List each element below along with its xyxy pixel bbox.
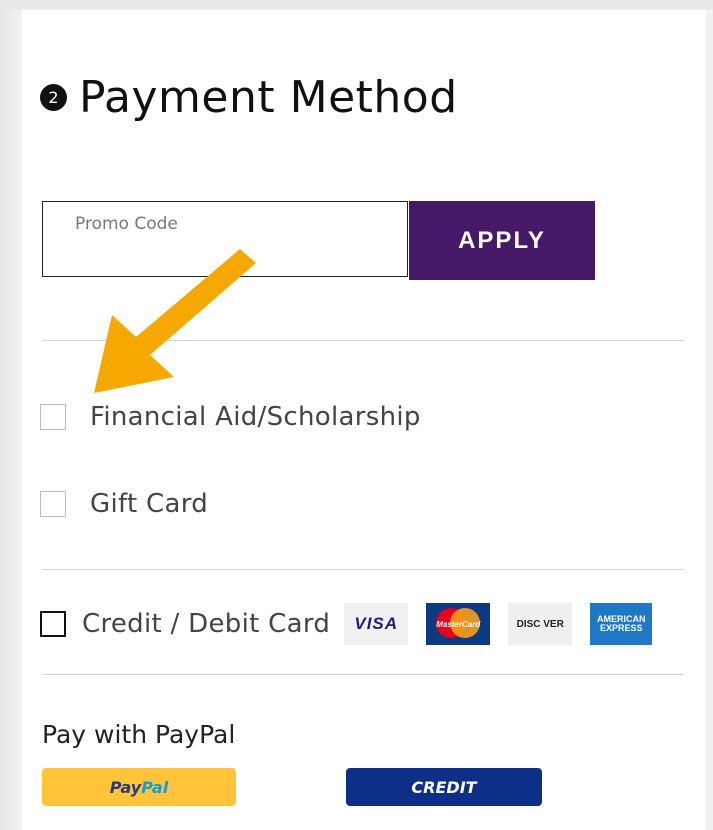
visa-logo: VISA	[344, 603, 409, 645]
credit-card-label: Credit / Debit Card	[82, 609, 331, 639]
section-title: Payment Method	[79, 72, 458, 123]
apply-button[interactable]: APPLY	[409, 201, 595, 280]
credit-card-option[interactable]: Credit / Debit Card VISA MasterCard DISC…	[40, 603, 653, 645]
gift-card-option[interactable]: Gift Card	[40, 489, 208, 519]
paypal-wordmark-a: Pay	[109, 777, 142, 797]
orange-arrow-icon	[94, 249, 256, 393]
background-strip	[0, 0, 713, 10]
divider	[42, 674, 684, 675]
credit-card-checkbox[interactable]	[40, 611, 66, 637]
mastercard-logo-text: MasterCard	[436, 619, 481, 629]
paypal-heading: Pay with PayPal	[42, 720, 236, 749]
section-header: 2 Payment Method	[40, 72, 458, 123]
discover-logo-text: DISC VER	[516, 618, 564, 630]
paypal-credit-button[interactable]: CREDIT	[346, 768, 542, 806]
financial-aid-checkbox[interactable]	[40, 404, 66, 430]
paypal-credit-label: CREDIT	[411, 777, 477, 797]
step-number-badge: 2	[40, 84, 67, 111]
divider	[42, 569, 684, 570]
card-logos: VISA MasterCard DISC VER AMERICAN EXPRES…	[344, 603, 653, 645]
promo-code-placeholder: Promo Code	[75, 214, 178, 234]
mastercard-logo: MasterCard	[426, 603, 491, 645]
financial-aid-label: Financial Aid/Scholarship	[90, 402, 421, 432]
paypal-wordmark-b: Pal	[141, 777, 169, 797]
gift-card-checkbox[interactable]	[40, 491, 66, 517]
discover-logo: DISC VER	[508, 603, 573, 645]
paypal-button[interactable]: Pay Pal	[42, 768, 236, 806]
financial-aid-option[interactable]: Financial Aid/Scholarship	[40, 402, 421, 432]
amex-logo: AMERICAN EXPRESS	[590, 603, 653, 645]
gift-card-label: Gift Card	[90, 489, 209, 519]
